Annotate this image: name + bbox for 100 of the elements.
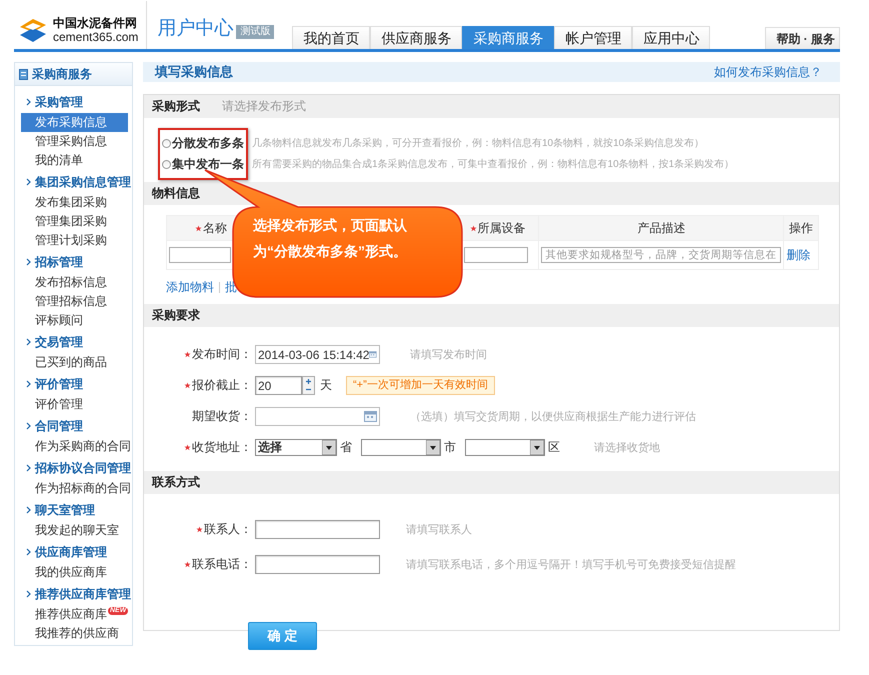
field-label: 报价截止： bbox=[192, 377, 252, 394]
section-title: 物料信息 bbox=[152, 185, 200, 202]
column-header: 产品描述 bbox=[637, 220, 686, 236]
input-field[interactable] bbox=[255, 520, 380, 539]
nav-tab[interactable]: 采购商服务 bbox=[462, 26, 554, 49]
sidebar-group[interactable]: 聊天室管理 bbox=[35, 502, 95, 518]
chevron-icon bbox=[26, 506, 31, 514]
field-label: 联系电话： bbox=[192, 556, 252, 573]
section-hint: 请选择发布形式 bbox=[222, 98, 306, 115]
sidebar-group[interactable]: 评价管理 bbox=[35, 376, 83, 392]
sidebar-item[interactable]: 发布集团采购 bbox=[21, 193, 128, 212]
sidebar-item[interactable]: 管理采购信息 bbox=[21, 132, 128, 151]
dropdown[interactable] bbox=[361, 439, 441, 456]
sidebar-item[interactable]: 评价管理 bbox=[21, 395, 128, 414]
unit-label: 天 bbox=[320, 377, 332, 394]
field-hint: 请选择收货地 bbox=[594, 441, 660, 455]
chevron-icon bbox=[26, 178, 31, 186]
column-header: 所属设备 bbox=[478, 220, 526, 236]
sidebar-item[interactable]: 我的供应商库 bbox=[21, 563, 128, 582]
field-label: 收货地址： bbox=[192, 439, 252, 456]
field-hint: 请填写发布时间 bbox=[410, 348, 487, 362]
sidebar-group[interactable]: 招标协议合同管理 bbox=[35, 460, 131, 476]
help-link[interactable]: 帮助 · 服务 bbox=[765, 27, 840, 49]
column-header: 操作 bbox=[789, 220, 814, 236]
number-field[interactable]: 20 bbox=[255, 376, 302, 395]
dropdown-caret-icon bbox=[530, 440, 544, 455]
tip-box: “+”一次可增加一天有效时间 bbox=[346, 376, 495, 395]
form-title: 填写采购信息 bbox=[155, 63, 233, 81]
column-header: 名称 bbox=[203, 220, 228, 236]
sidebar-group[interactable]: 招标管理 bbox=[35, 254, 83, 270]
sidebar-item[interactable]: 作为招标商的合同 bbox=[21, 479, 128, 498]
callout-text: 选择发布形式，页面默认为“分散发布多条”形式。 bbox=[253, 216, 408, 261]
radio-button[interactable] bbox=[162, 160, 171, 169]
input-field[interactable] bbox=[255, 555, 380, 574]
radio-button[interactable] bbox=[162, 139, 171, 148]
dropdown[interactable]: 选择 bbox=[255, 439, 337, 456]
input-field[interactable] bbox=[255, 407, 380, 426]
section-title: 采购要求 bbox=[152, 307, 200, 324]
input-field[interactable] bbox=[169, 247, 231, 263]
dropdown-caret-icon bbox=[322, 440, 336, 455]
action-link[interactable]: 添加物料 bbox=[166, 279, 214, 296]
sidebar-item[interactable]: 作为采购商的合同 bbox=[21, 437, 128, 456]
sidebar-item[interactable]: 发布采购信息 bbox=[21, 113, 128, 132]
radio-option[interactable]: 集中发布一条 bbox=[162, 154, 244, 175]
nav-tab[interactable]: 我的首页 bbox=[292, 26, 370, 49]
sidebar-item[interactable]: 发布招标信息 bbox=[21, 273, 128, 292]
option-description: 所有需要采购的物品集合成1条采购信息发布，可集中查看报价，例：物料信息有10条物料，按1条采购发布） bbox=[252, 158, 734, 172]
spinner-icon bbox=[302, 376, 315, 395]
section-title: 联系方式 bbox=[152, 474, 200, 491]
chevron-icon bbox=[26, 590, 31, 598]
field-hint: （选填）填写交货周期，以便供应商根据生产能力进行评估 bbox=[410, 410, 696, 424]
nav-tab[interactable]: 供应商服务 bbox=[370, 26, 462, 49]
field-hint: 请填写联系人 bbox=[406, 522, 472, 537]
action-link[interactable]: 批 bbox=[225, 279, 237, 296]
sidebar-group[interactable]: 采购管理 bbox=[35, 94, 83, 110]
nav-tab[interactable]: 帐户管理 bbox=[554, 26, 632, 49]
field-label: 联系人： bbox=[204, 521, 252, 538]
date-field[interactable]: 2014-03-06 15:14:42 bbox=[255, 345, 380, 364]
sidebar-item[interactable]: 管理计划采购 bbox=[21, 231, 128, 250]
sidebar-group[interactable]: 集团采购信息管理 bbox=[35, 174, 131, 190]
sidebar-group[interactable]: 合同管理 bbox=[35, 418, 83, 434]
logo-text: 中国水泥备件网 bbox=[53, 16, 138, 30]
chevron-icon bbox=[26, 338, 31, 346]
page-heading: 用户中心 bbox=[157, 17, 234, 41]
chevron-icon bbox=[26, 422, 31, 430]
help-link[interactable]: 如何发布采购信息？ bbox=[714, 64, 822, 80]
chevron-icon bbox=[26, 464, 31, 472]
sidebar-title: 采购商服务 bbox=[32, 66, 92, 82]
unit-label: 区 bbox=[548, 439, 560, 456]
section-title: 采购形式 bbox=[152, 98, 200, 115]
dropdown-caret-icon bbox=[426, 440, 440, 455]
calendar-icon bbox=[369, 349, 377, 360]
document-icon bbox=[19, 68, 28, 80]
sidebar-item[interactable]: 已买到的商品 bbox=[21, 353, 128, 372]
chevron-icon bbox=[26, 548, 31, 556]
dropdown[interactable] bbox=[465, 439, 545, 456]
sidebar-group[interactable]: 供应商库管理 bbox=[35, 544, 107, 560]
chevron-icon bbox=[26, 98, 31, 106]
version-badge: 测试版 bbox=[236, 25, 274, 39]
input-field[interactable] bbox=[464, 247, 528, 263]
sidebar-item[interactable]: 评标顾问 bbox=[21, 311, 128, 330]
chevron-icon bbox=[26, 380, 31, 388]
field-label: 期望收货： bbox=[192, 408, 252, 425]
calendar-icon bbox=[364, 411, 377, 422]
unit-label: 市 bbox=[444, 439, 456, 456]
logo-subtitle: cement365.com bbox=[53, 30, 138, 44]
nav-tab[interactable]: 应用中心 bbox=[632, 26, 710, 49]
sidebar-group[interactable]: 推荐供应商库管理 bbox=[35, 586, 131, 602]
unit-label: 省 bbox=[340, 439, 352, 456]
sidebar-item[interactable]: 管理集团采购 bbox=[21, 212, 128, 231]
sidebar-item[interactable]: 我发起的聊天室 bbox=[21, 521, 128, 540]
field-label: 发布时间： bbox=[192, 346, 252, 363]
chevron-icon bbox=[26, 258, 31, 266]
option-description: 几条物料信息就发布几条采购，可分开查看报价，例：物料信息有10条物料，就按10条采购信息发布） bbox=[252, 136, 706, 151]
field-hint: 请填写联系电话，多个用逗号隔开！填写手机号可免费接受短信提醒 bbox=[406, 558, 736, 572]
sidebar-item[interactable]: 我推荐的供应商 bbox=[21, 624, 128, 643]
radio-option[interactable]: 分散发布多条 bbox=[162, 133, 244, 154]
sidebar-item[interactable]: 我的清单 bbox=[21, 151, 128, 170]
sidebar-item[interactable]: 管理招标信息 bbox=[21, 292, 128, 311]
sidebar-group[interactable]: 交易管理 bbox=[35, 334, 83, 350]
